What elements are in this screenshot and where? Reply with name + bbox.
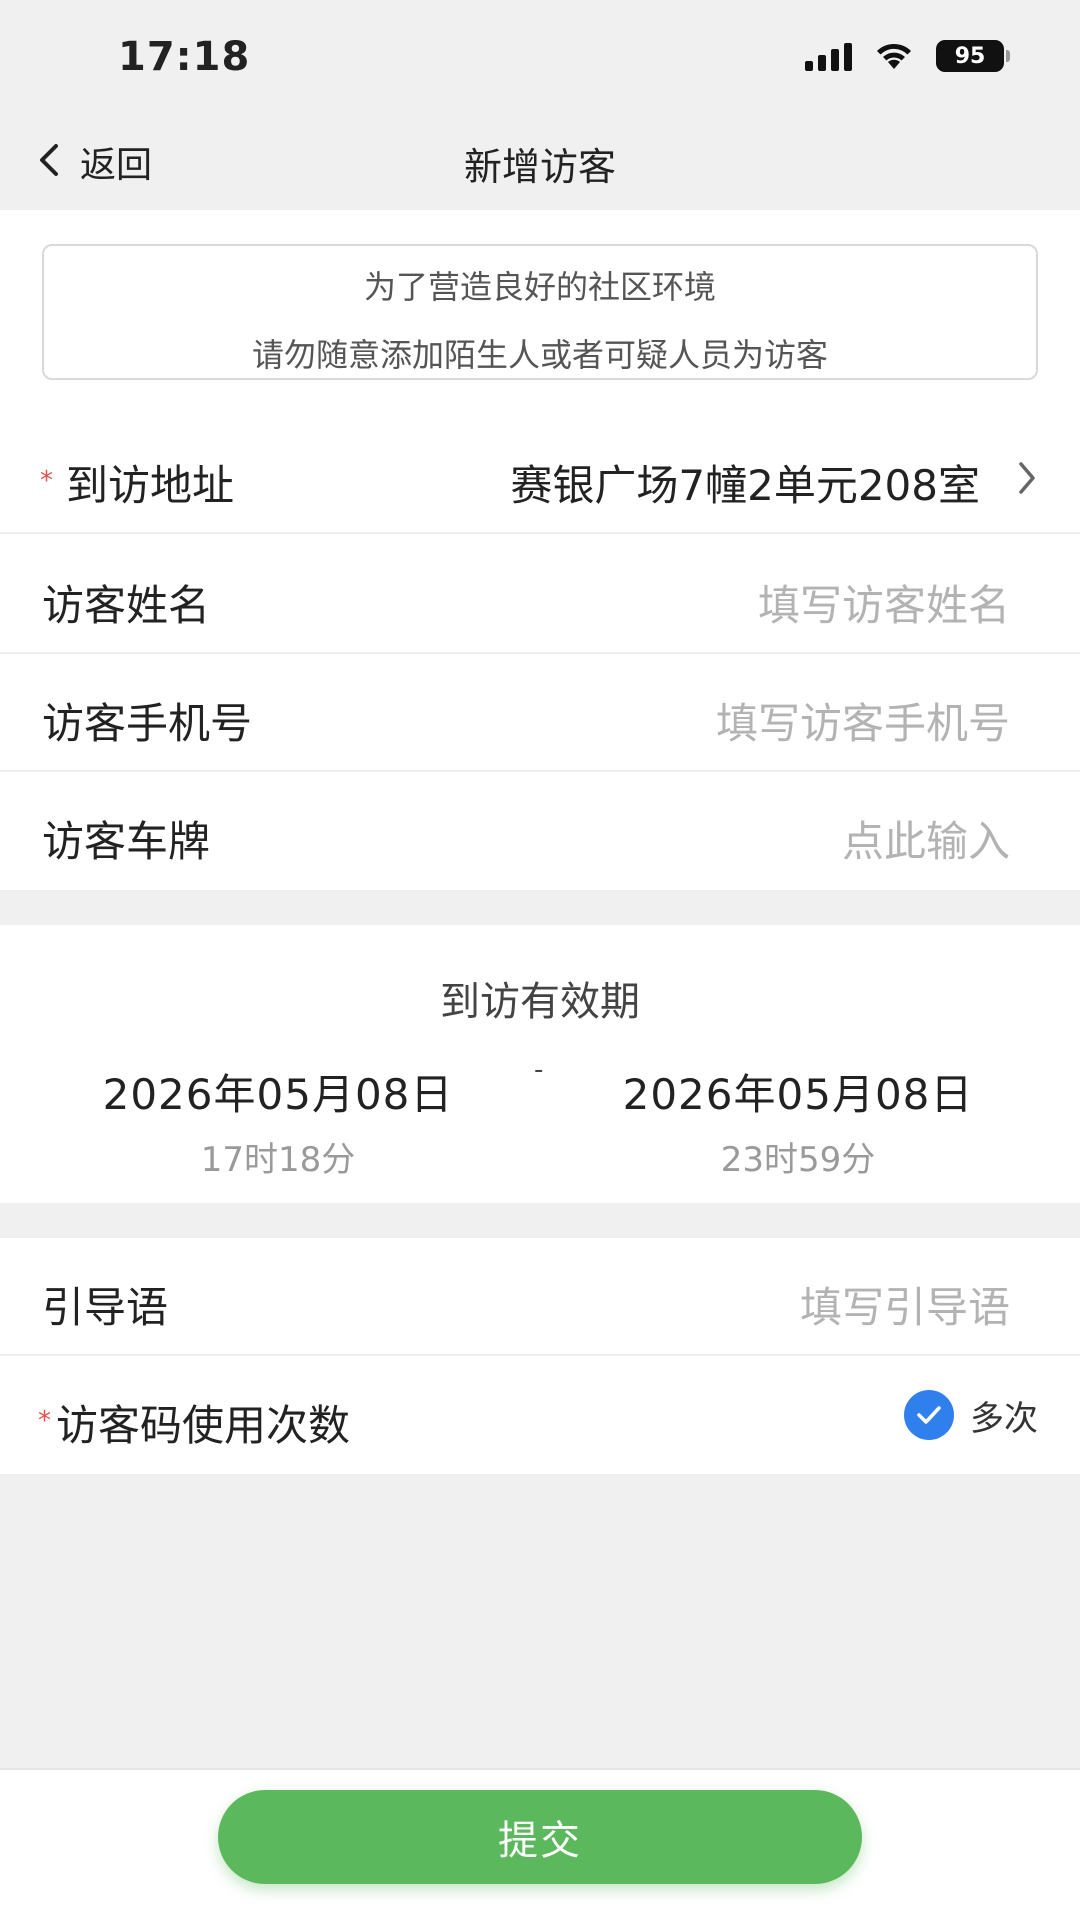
date-separator: - xyxy=(534,1055,544,1085)
battery-level: 95 xyxy=(954,43,986,69)
guide-input[interactable]: 填写引导语 xyxy=(800,1274,1010,1335)
validity-section: 到访有效期 2026年05月08日 17时18分 - 2026年05月08日 2… xyxy=(0,925,1080,1203)
usage-count-row: * 访客码使用次数 多次 xyxy=(0,1356,1080,1474)
submit-button[interactable]: 提交 xyxy=(218,1790,862,1884)
usage-multiple-label: 多次 xyxy=(970,1398,1038,1439)
page-title: 新增访客 xyxy=(463,145,616,189)
end-date: 2026年05月08日 xyxy=(622,1070,974,1119)
visitor-plate-row: 访客车牌 点此输入 xyxy=(0,772,1080,890)
visitor-phone-label: 访客手机号 xyxy=(42,699,253,748)
start-datetime-picker[interactable]: 2026年05月08日 17时18分 xyxy=(78,1061,478,1181)
usage-count-label: 访客码使用次数 xyxy=(56,1401,351,1450)
status-time: 17:18 xyxy=(118,34,251,80)
required-marker: * xyxy=(38,1406,51,1436)
checkmark-icon xyxy=(904,1390,954,1440)
notice-line-1: 为了营造良好的社区环境 xyxy=(363,268,716,306)
section-gap xyxy=(0,890,1080,925)
section-gap xyxy=(0,1203,1080,1238)
nav-bar: 返回 新增访客 xyxy=(0,110,1080,210)
back-button[interactable]: 返回 xyxy=(36,136,152,188)
battery-icon: 95 xyxy=(936,40,1010,72)
guide-label: 引导语 xyxy=(42,1283,169,1332)
required-marker: * xyxy=(40,466,53,496)
chevron-left-icon xyxy=(36,140,62,184)
visitor-plate-input[interactable]: 点此输入 xyxy=(842,808,1010,869)
status-bar: 17:18 95 xyxy=(0,0,1080,110)
validity-title: 到访有效期 xyxy=(440,979,640,1025)
wifi-icon xyxy=(874,41,914,71)
visitor-phone-input[interactable]: 填写访客手机号 xyxy=(716,690,1010,751)
guide-row: 引导语 填写引导语 xyxy=(0,1238,1080,1356)
notice-box: 为了营造良好的社区环境 请勿随意添加陌生人或者可疑人员为访客 xyxy=(42,244,1038,380)
visitor-phone-row: 访客手机号 填写访客手机号 xyxy=(0,654,1080,772)
cellular-signal-icon xyxy=(805,41,852,71)
start-date: 2026年05月08日 xyxy=(102,1070,454,1119)
visit-address-value: 赛银广场7幢2单元208室 xyxy=(510,461,980,510)
back-label: 返回 xyxy=(80,145,153,186)
usage-multiple-option[interactable]: 多次 xyxy=(904,1390,1038,1440)
notice-line-2: 请勿随意添加陌生人或者可疑人员为访客 xyxy=(251,336,828,374)
end-datetime-picker[interactable]: 2026年05月08日 23时59分 xyxy=(598,1061,998,1181)
visit-address-label: 到访地址 xyxy=(66,461,235,510)
visit-address-row[interactable]: * 到访地址 赛银广场7幢2单元208室 xyxy=(0,416,1080,534)
start-time: 17时18分 xyxy=(200,1140,356,1180)
status-icons: 95 xyxy=(805,40,1010,72)
visitor-name-input[interactable]: 填写访客姓名 xyxy=(758,572,1010,633)
bottom-bar: 提交 xyxy=(0,1768,1080,1920)
visitor-name-label: 访客姓名 xyxy=(42,581,211,630)
visitor-plate-label: 访客车牌 xyxy=(42,817,211,866)
end-time: 23时59分 xyxy=(720,1140,876,1180)
visitor-name-row: 访客姓名 填写访客姓名 xyxy=(0,536,1080,654)
chevron-right-icon xyxy=(1016,460,1038,500)
